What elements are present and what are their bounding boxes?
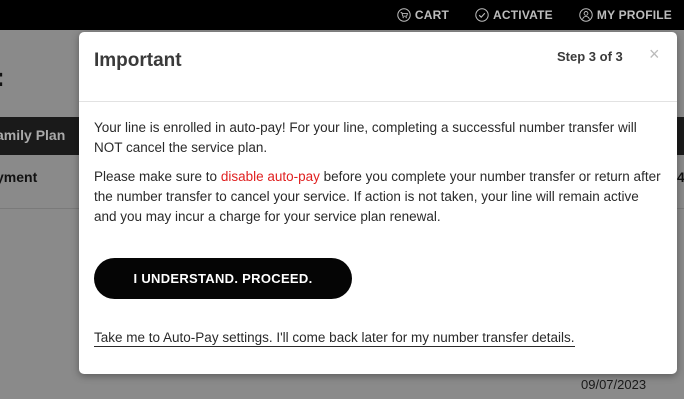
background-plan-label: amily Plan [0, 127, 66, 143]
nav-my-profile[interactable]: MY PROFILE [579, 8, 672, 22]
nav-activate-label: ACTIVATE [493, 8, 553, 22]
cart-icon [397, 8, 411, 22]
nav-my-profile-label: MY PROFILE [596, 8, 672, 22]
user-icon [579, 8, 593, 22]
disable-auto-pay-link[interactable]: disable auto-pay [221, 169, 320, 184]
background-right-fragment: 4 [677, 169, 684, 185]
top-bar: CART ACTIVATE MY PROFILE [0, 0, 684, 30]
background-title: : [0, 62, 5, 93]
autopay-settings-link[interactable]: Take me to Auto-Pay settings. I'll come … [94, 330, 575, 347]
nav-cart-label: CART [414, 8, 450, 22]
modal-title: Important [94, 50, 182, 71]
close-icon[interactable]: × [649, 45, 660, 63]
nav-activate[interactable]: ACTIVATE [475, 8, 553, 22]
background-date: 09/07/2023 [581, 377, 647, 392]
nav-cart[interactable]: CART [397, 8, 449, 22]
modal-paragraph-1: Your line is enrolled in auto-pay! For y… [94, 120, 637, 155]
background-payment-label: yment [0, 169, 38, 185]
proceed-button[interactable]: I UNDERSTAND. PROCEED. [94, 258, 352, 299]
top-nav: CART ACTIVATE MY PROFILE [397, 0, 672, 30]
modal-paragraph-2: Please make sure to disable auto-pay bef… [94, 167, 664, 227]
paragraph-2-intro: Please make sure to [94, 169, 221, 184]
important-modal: Important Step 3 of 3 × Your line is enr… [79, 32, 677, 374]
modal-header: Important Step 3 of 3 × [79, 32, 677, 102]
modal-step-indicator: Step 3 of 3 [557, 49, 623, 64]
check-circle-icon [475, 8, 489, 22]
